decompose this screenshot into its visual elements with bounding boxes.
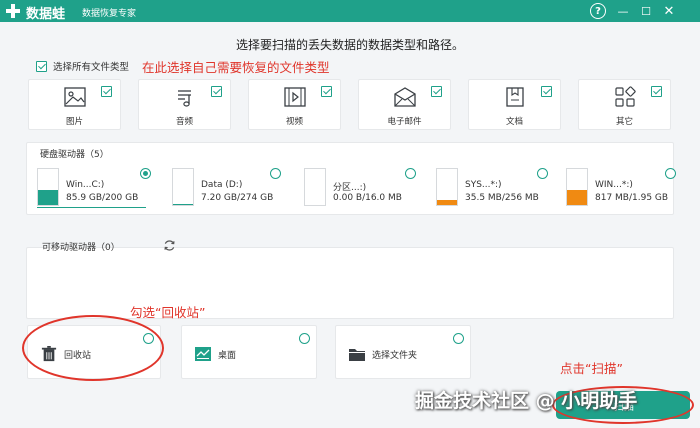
image-icon	[63, 87, 86, 107]
app-title: 数据蛙	[26, 7, 66, 22]
folder-icon	[349, 349, 365, 361]
recycle-highlight-ellipse	[22, 315, 164, 381]
desktop-icon	[195, 347, 211, 361]
drive-radio[interactable]	[270, 168, 281, 179]
drive-win[interactable]: WIN...*:) 817 MB/1.95 GB	[566, 168, 676, 208]
music-icon	[177, 90, 191, 107]
close-button[interactable]: ✕	[661, 3, 677, 19]
type-card-video[interactable]: 视频	[248, 79, 341, 130]
drive-radio[interactable]	[405, 168, 416, 179]
drive-name: 分区...:)	[333, 183, 367, 193]
drive-name: WIN...*:)	[595, 180, 633, 190]
app-logo-icon	[6, 4, 20, 18]
drive-sys[interactable]: SYS...*:) 35.5 MB/256 MB	[436, 168, 551, 208]
select-all-label: 选择所有文件类型	[53, 62, 130, 73]
drive-icon	[172, 168, 194, 206]
drive-name: SYS...*:)	[465, 180, 502, 190]
type-checkbox[interactable]	[541, 86, 552, 97]
title-bar: 数据蛙 数据恢复专家 ? — ☐ ✕	[0, 0, 700, 22]
maximize-button[interactable]: ☐	[638, 3, 654, 19]
location-choose-folder[interactable]: 选择文件夹	[335, 325, 471, 379]
document-icon	[505, 87, 524, 107]
drive-radio[interactable]	[665, 168, 676, 179]
type-card-email[interactable]: 电子邮件	[358, 79, 451, 130]
drive-size: 817 MB/1.95 GB	[595, 193, 669, 203]
watermark-text: 掘金技术社区 @ 小明助手	[415, 390, 638, 412]
drive-size: 85.9 GB/200 GB	[66, 193, 139, 203]
drive-size: 7.20 GB/274 GB	[201, 193, 274, 203]
type-card-image[interactable]: 图片	[28, 79, 121, 130]
type-label: 视频	[285, 117, 303, 127]
location-label: 桌面	[218, 351, 237, 361]
email-icon	[393, 87, 416, 107]
type-checkbox[interactable]	[211, 86, 222, 97]
drive-icon	[304, 168, 326, 206]
removable-drive-title: 可移动驱动器（0）	[42, 243, 120, 253]
page-headline: 选择要扫描的丢失数据的数据类型和路径。	[235, 38, 464, 52]
drive-icon	[566, 168, 588, 206]
refresh-icon[interactable]	[163, 239, 176, 252]
type-card-other[interactable]: 其它	[578, 79, 671, 130]
selected-drive-underline	[37, 207, 146, 208]
type-checkbox[interactable]	[101, 86, 112, 97]
location-desktop[interactable]: 桌面	[181, 325, 317, 379]
other-icon	[614, 86, 636, 107]
types-annotation: 在此选择自己需要恢复的文件类型	[142, 60, 330, 75]
scan-annotation: 点击“扫描”	[560, 361, 623, 376]
drive-name: Win...C:)	[66, 180, 105, 190]
type-checkbox[interactable]	[431, 86, 442, 97]
type-label: 其它	[615, 117, 633, 127]
removable-drive-panel	[26, 247, 674, 319]
drive-name: Data (D:)	[201, 180, 243, 190]
drive-radio[interactable]	[537, 168, 548, 179]
drive-icon	[436, 168, 458, 206]
help-button[interactable]: ?	[590, 3, 606, 19]
type-checkbox[interactable]	[321, 86, 332, 97]
type-label: 电子邮件	[387, 117, 422, 127]
drive-icon	[37, 168, 59, 206]
drive-size: 0.00 B/16.0 MB	[333, 193, 402, 203]
type-card-audio[interactable]: 音频	[138, 79, 231, 130]
type-label: 图片	[65, 117, 83, 127]
location-radio[interactable]	[453, 333, 464, 344]
location-label: 选择文件夹	[372, 351, 418, 361]
app-subtitle: 数据恢复专家	[82, 9, 137, 19]
drive-c[interactable]: Win...C:) 85.9 GB/200 GB	[37, 168, 152, 208]
select-all-checkbox[interactable]	[36, 60, 47, 72]
type-label: 音频	[175, 117, 193, 127]
video-icon	[283, 87, 306, 107]
drive-size: 35.5 MB/256 MB	[465, 193, 539, 203]
type-card-document[interactable]: 文档	[468, 79, 561, 130]
type-checkbox[interactable]	[651, 86, 662, 97]
recycle-annotation: 勾选“回收站”	[130, 305, 206, 320]
minimize-button[interactable]: —	[615, 3, 631, 19]
drive-d[interactable]: Data (D:) 7.20 GB/274 GB	[172, 168, 287, 208]
location-radio[interactable]	[299, 333, 310, 344]
drive-radio[interactable]	[140, 168, 151, 179]
select-all-types[interactable]: 选择所有文件类型	[36, 59, 129, 73]
hard-drive-title: 硬盘驱动器（5）	[40, 150, 109, 160]
type-label: 文档	[505, 117, 523, 127]
drive-partition[interactable]: 分区...:) 0.00 B/16.0 MB	[304, 168, 419, 208]
